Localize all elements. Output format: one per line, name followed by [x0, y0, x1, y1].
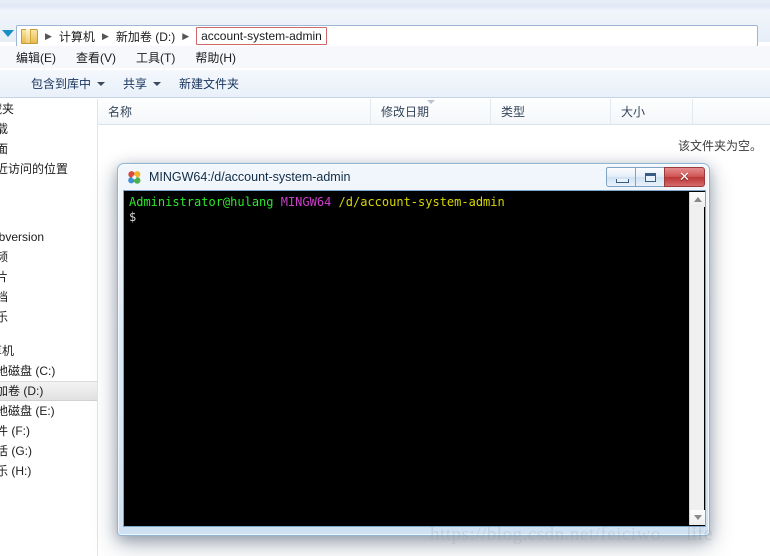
- toolbar-share[interactable]: 共享: [114, 72, 170, 95]
- chevron-down-icon: [153, 81, 162, 86]
- window-chrome-top: [0, 0, 770, 10]
- command-toolbar: 包含到库中 共享 新建文件夹: [0, 70, 770, 98]
- sidebar-item-git[interactable]: Git: [0, 207, 97, 227]
- breadcrumb-current-folder[interactable]: account-system-admin: [196, 27, 327, 45]
- sidebar-item-entertainment-h[interactable]: 娱乐 (H:): [0, 461, 97, 481]
- sidebar-item-subversion[interactable]: Subversion: [0, 227, 97, 247]
- terminal-prompt-symbol: $: [129, 210, 137, 224]
- toolbar-share-label: 共享: [123, 77, 148, 91]
- toolbar-include-in-library[interactable]: 包含到库中: [22, 72, 114, 95]
- sidebar-item-recent-places[interactable]: 最近访问的位置: [0, 159, 97, 179]
- terminal-scrollbar[interactable]: [689, 192, 705, 525]
- navigation-pane-divider: [97, 99, 98, 556]
- sidebar-item-favorites[interactable]: 收藏夹: [0, 99, 97, 119]
- sidebar-item-computer[interactable]: 计算机: [0, 341, 97, 361]
- minimize-icon: [616, 179, 629, 183]
- maximize-button[interactable]: [635, 167, 664, 187]
- maximize-icon: [645, 173, 656, 182]
- scroll-up-button[interactable]: [690, 192, 705, 207]
- toolbar-include-in-library-label: 包含到库中: [31, 77, 92, 91]
- menu-item-tools[interactable]: 工具(T): [126, 47, 185, 68]
- sidebar-gap-2: [0, 193, 97, 207]
- chevron-down-icon: [97, 81, 106, 86]
- address-bar[interactable]: ▶ 计算机 ▶ 新加卷 (D:) ▶ account-system-admin: [16, 25, 758, 47]
- sidebar-item-downloads[interactable]: 下载: [0, 119, 97, 139]
- minimize-button[interactable]: [606, 167, 635, 187]
- terminal-body[interactable]: Administrator@hulang MINGW64 /d/account-…: [123, 190, 706, 527]
- sidebar-item-desktop[interactable]: 桌面: [0, 139, 97, 159]
- mingw-flower-icon: [127, 170, 142, 185]
- column-header-filler: [693, 99, 770, 124]
- sidebar-item-local-disk-e[interactable]: 本地磁盘 (E:): [0, 401, 97, 421]
- toolbar-new-folder-label: 新建文件夹: [179, 77, 240, 91]
- empty-folder-message: 该文件夹为空。: [677, 138, 762, 153]
- menu-item-view[interactable]: 查看(V): [66, 47, 126, 68]
- terminal-cwd-path: /d/account-system-admin: [338, 195, 505, 209]
- scroll-down-button[interactable]: [690, 510, 705, 525]
- sidebar-gap-3: [0, 327, 97, 341]
- toolbar-new-folder[interactable]: 新建文件夹: [170, 72, 248, 95]
- breadcrumb-separator-1: ▶: [101, 30, 109, 41]
- column-header-type[interactable]: 类型: [491, 99, 611, 124]
- file-list-header: 名称 修改日期 类型 大小: [98, 99, 770, 125]
- sidebar-item-local-disk-c[interactable]: 本地磁盘 (C:): [0, 361, 97, 381]
- column-header-name[interactable]: 名称: [98, 99, 371, 124]
- terminal-title-text: MINGW64:/d/account-system-admin: [149, 170, 351, 184]
- chevron-up-icon: [693, 197, 702, 202]
- sidebar-item-software-f[interactable]: 软件 (F:): [0, 421, 97, 441]
- breadcrumb-computer[interactable]: 计算机: [56, 28, 98, 45]
- sidebar-item-documents[interactable]: 文档: [0, 287, 97, 307]
- column-header-size[interactable]: 大小: [611, 99, 693, 124]
- close-button[interactable]: ✕: [664, 167, 705, 187]
- terminal-title-bar[interactable]: MINGW64:/d/account-system-admin ✕: [118, 164, 709, 190]
- terminal-shell-name: MINGW64: [280, 195, 332, 209]
- sidebar-gap-1: [0, 179, 97, 193]
- breadcrumb-separator-0: ▶: [45, 30, 52, 41]
- sidebar-item-music[interactable]: 音乐: [0, 307, 97, 327]
- chevron-down-icon[interactable]: [2, 30, 14, 37]
- terminal-output: Administrator@hulang MINGW64 /d/account-…: [129, 195, 687, 225]
- sidebar-item-new-volume-d[interactable]: 新加卷 (D:): [0, 381, 97, 401]
- chevron-down-icon: [693, 515, 702, 520]
- terminal-user-host: Administrator@hulang: [129, 195, 274, 209]
- close-icon: ✕: [679, 169, 690, 184]
- address-bar-row: ▶ 计算机 ▶ 新加卷 (D:) ▶ account-system-admin: [0, 10, 770, 47]
- mingw64-terminal-window[interactable]: MINGW64:/d/account-system-admin ✕ Admini…: [117, 163, 710, 536]
- navigation-pane[interactable]: 收藏夹 下载 桌面 最近访问的位置 Git Subversion 视频 图片 文…: [0, 99, 97, 556]
- sidebar-item-videos[interactable]: 视频: [0, 247, 97, 267]
- terminal-window-controls: ✕: [606, 167, 705, 187]
- menu-item-edit[interactable]: 编辑(E): [6, 47, 66, 68]
- sidebar-item-pictures[interactable]: 图片: [0, 267, 97, 287]
- folder-icon: [21, 28, 38, 44]
- menu-item-help[interactable]: 帮助(H): [185, 47, 246, 68]
- menu-bar: 编辑(E) 查看(V) 工具(T) 帮助(H): [0, 46, 770, 68]
- column-header-date-modified[interactable]: 修改日期: [371, 99, 491, 124]
- breadcrumb-drive-d[interactable]: 新加卷 (D:): [113, 28, 178, 45]
- sidebar-item-life-g[interactable]: 生活 (G:): [0, 441, 97, 461]
- breadcrumb-separator-2: ▶: [182, 30, 190, 41]
